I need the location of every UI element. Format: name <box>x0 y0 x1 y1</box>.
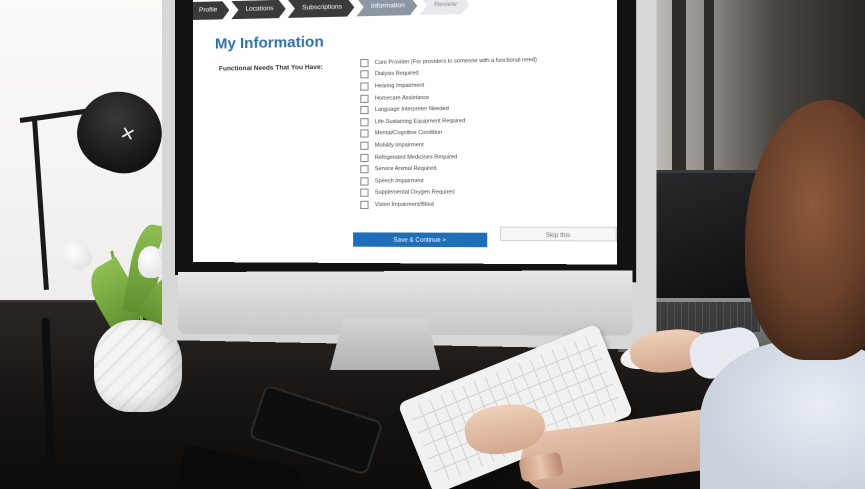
checkbox[interactable] <box>360 130 368 138</box>
step-information[interactable]: Information <box>356 0 417 16</box>
need-label: Care Provider (For providers to someone … <box>375 57 537 66</box>
checkbox[interactable] <box>360 189 368 197</box>
need-label: Refrigerated Medicines Required <box>375 154 458 161</box>
need-option[interactable]: Speech Impairment <box>360 174 594 187</box>
progress-steps: Profile Locations Subscriptions Informat… <box>193 0 617 22</box>
checkbox[interactable] <box>360 118 368 126</box>
step-review[interactable]: Review <box>419 0 469 15</box>
need-label: Vision Impairment/Blind <box>375 202 434 208</box>
checkbox[interactable] <box>360 94 368 102</box>
need-label: Supplemental Oxygen Required <box>375 190 455 196</box>
checkbox[interactable] <box>360 71 368 79</box>
checkbox[interactable] <box>360 82 368 90</box>
checkbox[interactable] <box>360 201 368 209</box>
functional-needs-label: Functional Needs That You Have: <box>219 64 323 73</box>
functional-needs-list: Care Provider (For providers to someone … <box>360 53 594 211</box>
need-option[interactable]: Vision Impairment/Blind <box>360 199 594 211</box>
page-title: My Information <box>215 33 324 52</box>
need-option[interactable]: Service Animal Required <box>360 162 594 175</box>
need-label: Mental/Cognitive Condition <box>375 130 442 137</box>
skip-button[interactable]: Skip this <box>500 227 617 242</box>
need-label: Mobility Impairment <box>375 142 424 149</box>
need-label: Hearing Impairment <box>375 83 424 90</box>
checkbox[interactable] <box>360 59 368 67</box>
need-label: Dialysis Required <box>375 71 419 78</box>
imac-stand <box>330 318 440 370</box>
need-label: Homecare Assistance <box>375 94 429 101</box>
checkbox[interactable] <box>360 106 368 114</box>
step-profile[interactable]: Profile <box>193 1 229 20</box>
imac-screen: Profile Locations Subscriptions Informat… <box>193 0 617 265</box>
checkbox[interactable] <box>360 165 368 173</box>
photo-scene: ✕ Profile Locations Subscriptions Inform… <box>0 0 865 489</box>
need-label: Service Animal Required <box>375 166 437 172</box>
checkbox[interactable] <box>360 142 368 150</box>
need-label: Speech Impairment <box>375 178 424 184</box>
save-continue-button[interactable]: Save & Continue > <box>353 232 487 247</box>
checkbox[interactable] <box>360 177 368 185</box>
need-label: Life-Sustaining Equipment Required <box>375 118 465 125</box>
need-option[interactable]: Supplemental Oxygen Required <box>360 186 594 198</box>
need-label: Language Interpreter Needed <box>375 106 449 113</box>
step-locations[interactable]: Locations <box>231 0 285 19</box>
checkbox[interactable] <box>360 153 368 161</box>
step-subscriptions[interactable]: Subscriptions <box>288 0 355 18</box>
